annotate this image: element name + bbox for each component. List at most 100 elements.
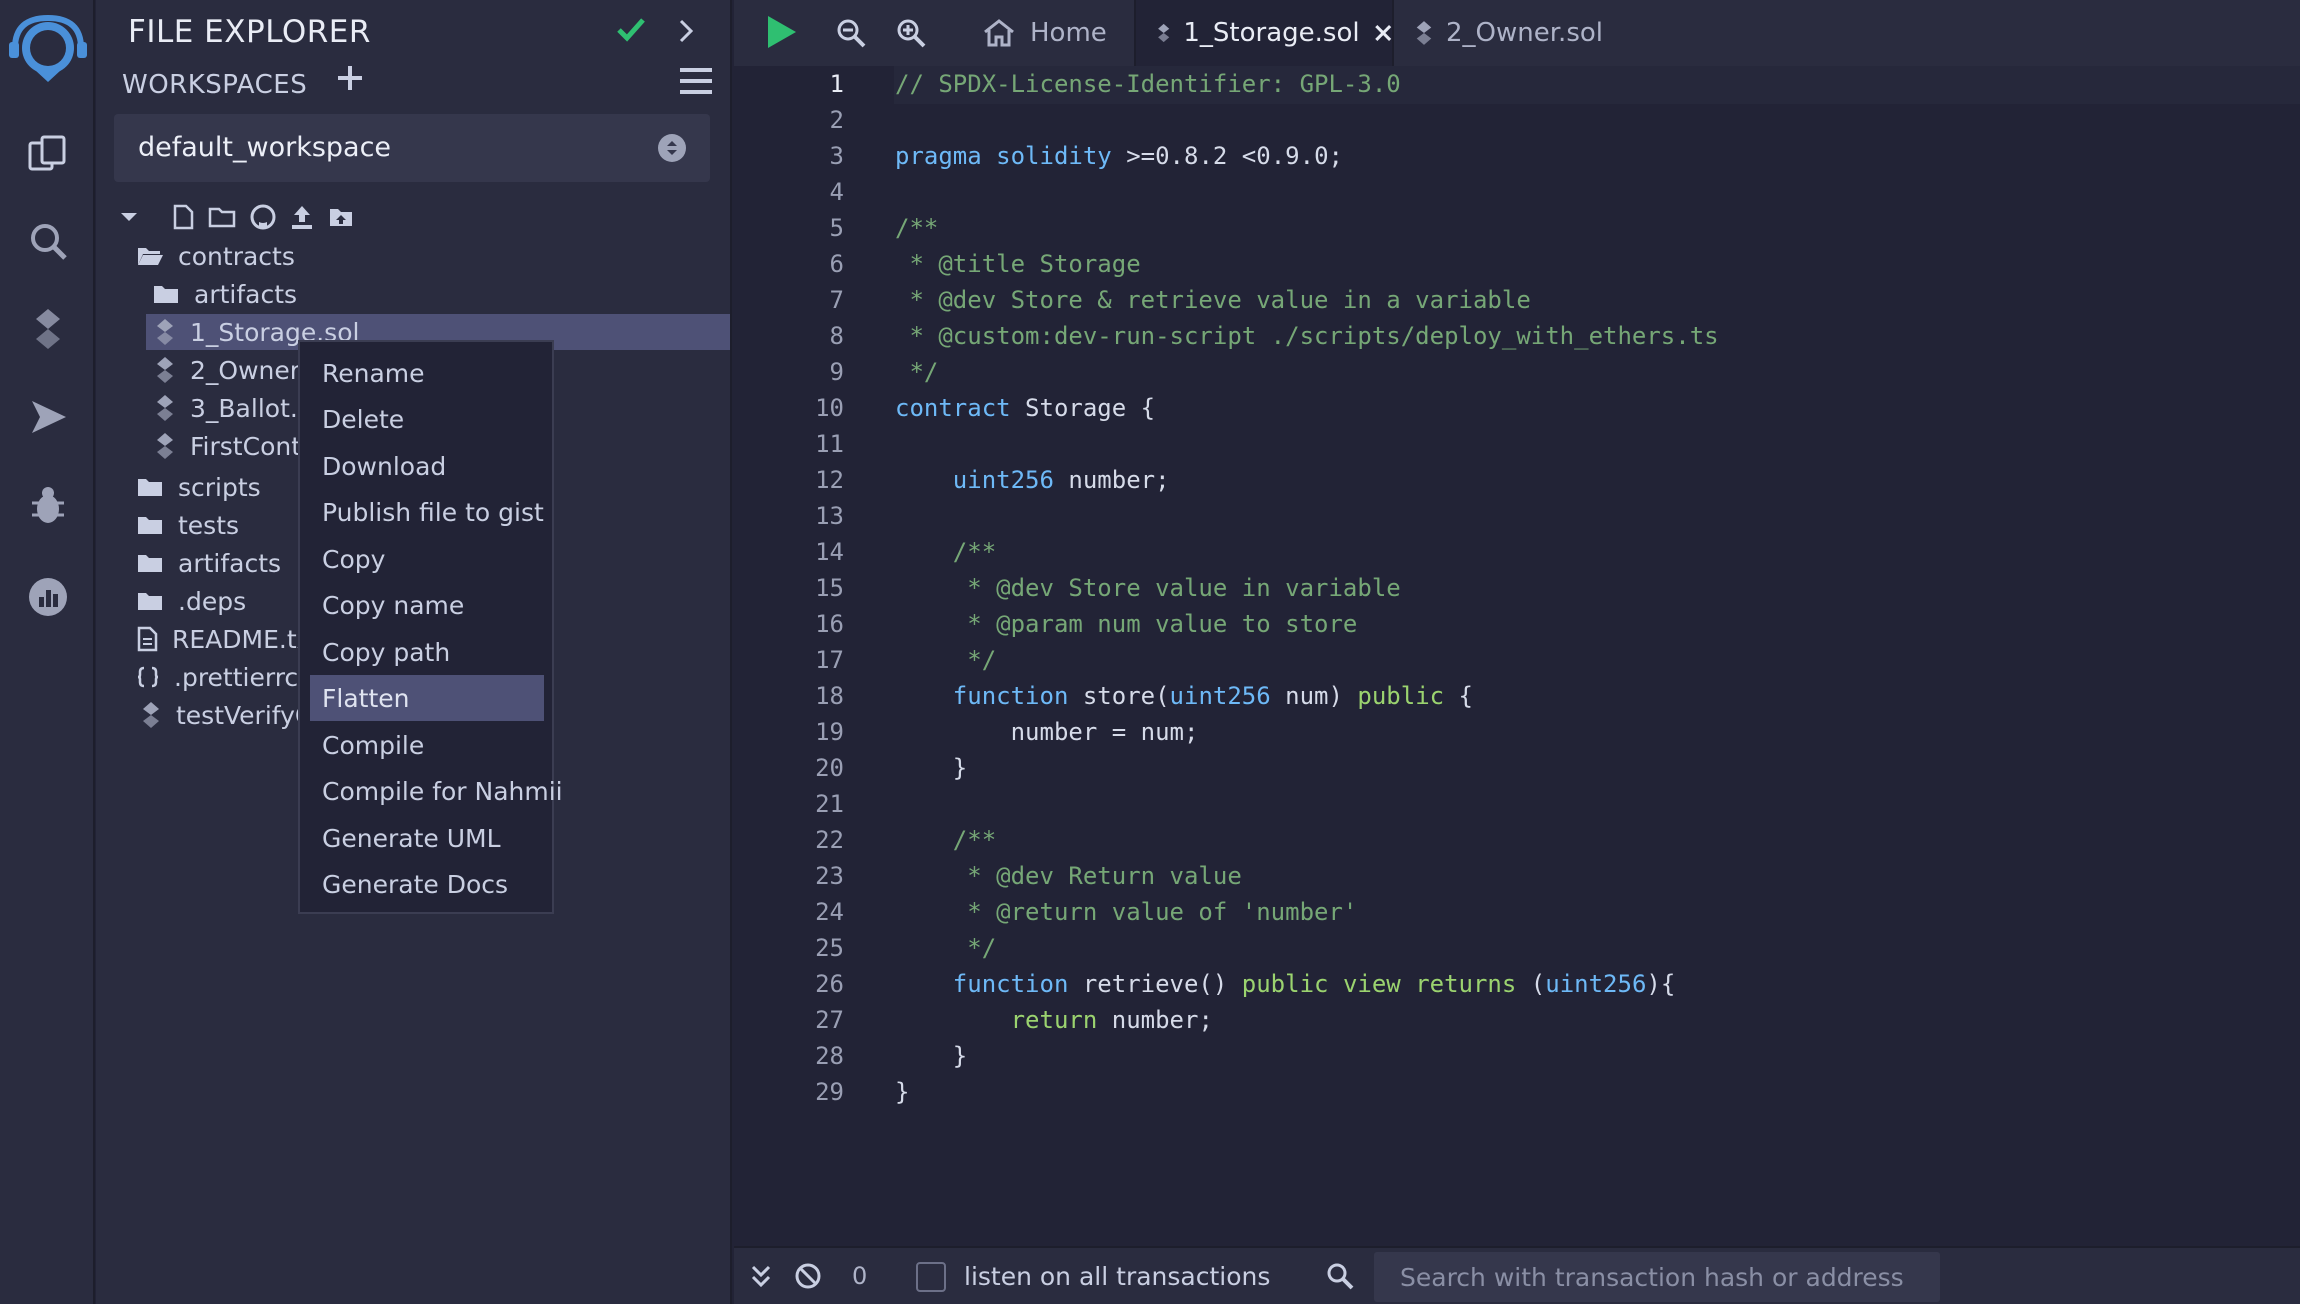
listen-all-label: listen on all transactions: [964, 1262, 1271, 1291]
tree-item-deps[interactable]: .deps: [136, 583, 246, 619]
github-icon[interactable]: [250, 204, 276, 230]
debugger-icon[interactable]: [0, 470, 95, 540]
tab-home-label: Home: [1030, 18, 1107, 48]
chevron-right-icon[interactable]: [676, 18, 696, 48]
menu-item-generate-docs[interactable]: Generate Docs: [310, 861, 544, 907]
folder-icon: [138, 517, 162, 534]
tree-item-scripts[interactable]: scripts: [136, 469, 261, 505]
caret-down-icon[interactable]: [120, 211, 138, 223]
code-line: // SPDX-License-Identifier: GPL-3.0: [895, 70, 1401, 98]
code-editor[interactable]: [894, 66, 2300, 1246]
tree-item-testverifycontract[interactable]: testVerifyContract.sol: [140, 697, 298, 733]
menu-item-copy-path[interactable]: Copy path: [310, 629, 544, 675]
menu-item-compile[interactable]: Compile: [310, 722, 544, 768]
code-line: pragma solidity >=0.8.2 <0.9.0;: [895, 142, 1343, 170]
new-folder-icon[interactable]: [208, 205, 236, 229]
line-number: 4: [829, 178, 844, 206]
menu-item-publish-gist[interactable]: Publish file to gist: [310, 489, 544, 535]
code-line: number = num;: [895, 718, 1199, 746]
analytics-icon[interactable]: [0, 562, 95, 632]
line-number: 5: [829, 214, 844, 242]
run-play-icon[interactable]: [764, 14, 798, 54]
menu-item-delete[interactable]: Delete: [310, 396, 544, 442]
line-number: 7: [829, 286, 844, 314]
line-number: 23: [815, 862, 844, 890]
file-explorer-icon[interactable]: [0, 120, 95, 190]
line-number: 16: [815, 610, 844, 638]
tab-active-label: 1_Storage.sol: [1183, 18, 1360, 48]
line-number: 17: [815, 646, 844, 674]
double-chevron-down-icon[interactable]: [750, 1264, 772, 1290]
line-number: 1: [829, 70, 844, 98]
code-line: /**: [895, 826, 997, 854]
tree-item-label: artifacts: [194, 279, 298, 309]
menu-item-copy[interactable]: Copy: [310, 536, 544, 582]
line-number: 25: [815, 934, 844, 962]
menu-item-generate-uml[interactable]: Generate UML: [310, 815, 544, 861]
line-number: 14: [815, 538, 844, 566]
line-number: 13: [815, 502, 844, 530]
zoom-out-icon[interactable]: [836, 18, 866, 52]
line-number: 10: [815, 394, 844, 422]
code-line: * @param num value to store: [895, 610, 1358, 638]
tree-item-3-ballot-sol[interactable]: 3_Ballot.sol: [154, 390, 298, 426]
tab-other-label: 2_Owner.sol: [1446, 18, 1603, 48]
home-icon: [984, 19, 1014, 47]
code-line: }: [895, 1078, 910, 1106]
menu-item-copy-name[interactable]: Copy name: [310, 582, 544, 628]
tree-item-prettierrc[interactable]: .prettierrc.json: [136, 659, 298, 695]
tree-item-artifacts[interactable]: artifacts: [152, 276, 297, 312]
code-line: uint256 number;: [952, 466, 1170, 494]
tab-2-owner-sol[interactable]: 2_Owner.sol: [1394, 0, 1614, 66]
tree-item-label: 3_Ballot.sol: [190, 393, 298, 423]
solidity-file-icon: [157, 319, 173, 345]
checkmark-icon: [616, 14, 646, 48]
code-line: * @dev Return value: [895, 862, 1242, 890]
tree-item-label: testVerifyContract.sol: [176, 700, 298, 730]
editor-tabs-bar: Home 1_Storage.sol 2_Owner.sol: [734, 0, 2300, 66]
remix-logo-icon[interactable]: [0, 10, 95, 90]
solidity-file-icon: [1158, 23, 1170, 43]
tree-item-contracts[interactable]: contracts: [136, 238, 295, 274]
code-line: * @dev Store value in variable: [895, 574, 1401, 602]
listen-all-checkbox[interactable]: [916, 1262, 946, 1292]
search-icon[interactable]: [0, 206, 95, 276]
tree-item-label: 2_Owner.sol: [190, 355, 298, 385]
panel-title: FILE EXPLORER: [128, 14, 371, 50]
menu-item-download[interactable]: Download: [310, 443, 544, 489]
new-file-icon[interactable]: [172, 204, 194, 230]
close-tab-icon[interactable]: [1374, 21, 1392, 45]
tab-1-storage-sol[interactable]: 1_Storage.sol: [1136, 0, 1392, 66]
workspace-select[interactable]: default_workspace: [114, 114, 710, 182]
zoom-in-icon[interactable]: [896, 18, 926, 52]
line-number: 12: [815, 466, 844, 494]
upload-file-icon[interactable]: [290, 204, 314, 230]
tree-item-label: artifacts: [178, 548, 282, 578]
line-number: 26: [815, 970, 844, 998]
tree-item-artifacts-root[interactable]: artifacts: [136, 545, 281, 581]
hamburger-menu-icon[interactable]: [680, 66, 712, 100]
workspaces-label: WORKSPACES: [122, 70, 308, 100]
code-line: * @title Storage: [895, 250, 1141, 278]
menu-item-rename[interactable]: Rename: [310, 350, 544, 396]
solidity-compiler-icon[interactable]: [0, 294, 95, 364]
tx-search-input[interactable]: [1374, 1252, 1940, 1302]
clear-console-icon[interactable]: [794, 1262, 822, 1290]
upload-folder-icon[interactable]: [328, 206, 354, 228]
tree-item-tests[interactable]: tests: [136, 507, 239, 543]
select-arrows-icon: [658, 134, 686, 162]
add-workspace-icon[interactable]: [336, 64, 364, 96]
solidity-file-icon: [157, 357, 173, 383]
deploy-run-icon[interactable]: [0, 382, 95, 452]
tree-item-readme[interactable]: README.txt: [136, 621, 298, 657]
line-number: 15: [815, 574, 844, 602]
code-line: return number;: [1010, 1006, 1213, 1034]
tree-item-2-owner-sol[interactable]: 2_Owner.sol: [154, 352, 298, 388]
menu-item-flatten[interactable]: Flatten: [310, 675, 544, 721]
menu-item-compile-nahmii[interactable]: Compile for Nahmii: [310, 768, 563, 814]
tree-item-firstcontract-sol[interactable]: FirstContract.sol: [154, 428, 298, 464]
code-line: contract Storage {: [895, 394, 1156, 422]
tree-item-label: FirstContract.sol: [190, 431, 298, 461]
folder-icon: [154, 286, 178, 303]
line-number: 19: [815, 718, 844, 746]
